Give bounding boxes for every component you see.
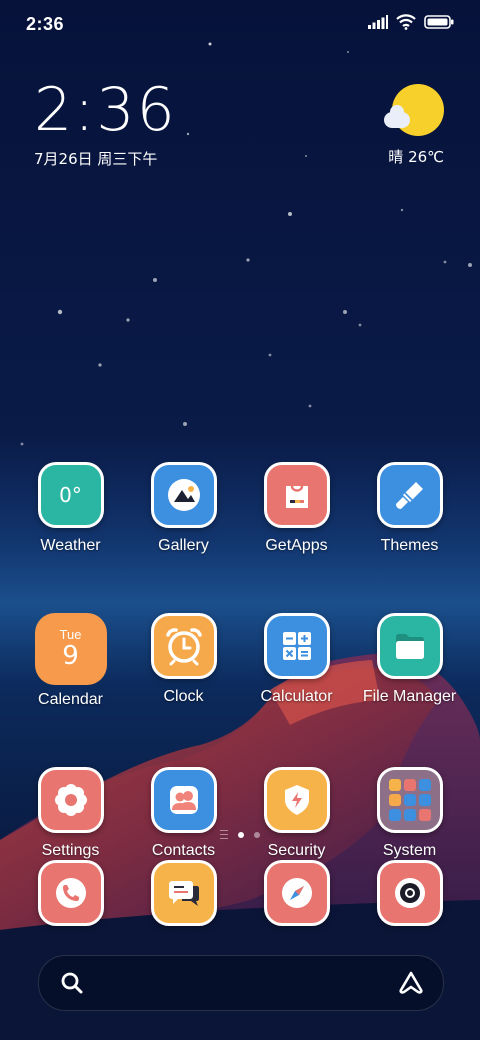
status-time: 2:36 [26, 14, 65, 34]
getapps-icon [263, 462, 330, 528]
app-clock[interactable]: Clock [127, 613, 240, 709]
settings-icon [37, 767, 104, 833]
clock-icon [150, 613, 217, 679]
app-system-folder[interactable]: System [353, 767, 466, 860]
app-grid: 0° Weather Gallery GetApps Themes Tue 9 … [14, 462, 466, 860]
dock-phone[interactable] [14, 860, 127, 926]
dock-camera[interactable] [353, 860, 466, 926]
clock-time: 2:36 [34, 75, 177, 145]
app-settings[interactable]: Settings [14, 767, 127, 860]
app-label: File Manager [362, 688, 457, 705]
app-security[interactable]: Security [240, 767, 353, 860]
calculator-icon [263, 613, 330, 679]
gallery-icon [150, 462, 217, 528]
dock-browser[interactable] [240, 860, 353, 926]
app-calculator[interactable]: Calculator [240, 613, 353, 709]
app-label: Weather [40, 537, 101, 554]
weather-icon: 0° [37, 462, 104, 528]
search-icon[interactable] [59, 970, 85, 1001]
contacts-icon [150, 767, 217, 833]
cloud-icon [384, 105, 410, 128]
security-icon [263, 767, 330, 833]
clock-date: 7月26日 周三下午 [34, 150, 158, 168]
app-label: Contacts [151, 842, 216, 859]
app-calendar[interactable]: Tue 9 Calendar [14, 613, 127, 709]
app-contacts[interactable]: Contacts [127, 767, 240, 860]
calendar-date: 9 [62, 640, 79, 671]
app-label: Clock [163, 688, 204, 705]
app-themes[interactable]: Themes [353, 462, 466, 555]
weather-icon-text: 0° [59, 483, 82, 507]
weather-text: 晴 26℃ [388, 148, 444, 166]
page-dot-active [238, 831, 244, 838]
phone-icon [37, 860, 104, 926]
search-bar[interactable] [38, 955, 444, 1011]
app-getapps[interactable]: GetApps [240, 462, 353, 555]
app-label: Themes [380, 537, 439, 554]
clock-widget[interactable]: 2:36 7月26日 周三下午 [34, 76, 177, 169]
app-label: Security [267, 842, 326, 859]
assistant-icon[interactable] [397, 970, 425, 1001]
camera-icon [376, 860, 443, 926]
app-label: Gallery [158, 537, 209, 554]
wifi-icon [396, 14, 416, 35]
signal-icon [368, 15, 388, 34]
dock-messaging[interactable] [127, 860, 240, 926]
app-label: GetApps [265, 537, 328, 554]
app-label: Settings [41, 842, 100, 859]
app-label: Calculator [260, 688, 333, 705]
calendar-day: Tue [59, 626, 82, 642]
app-label: System [382, 842, 437, 859]
folder-icon [376, 613, 443, 679]
app-label: Calendar [38, 691, 103, 708]
calendar-icon: Tue 9 [34, 613, 107, 685]
app-weather[interactable]: 0° Weather [14, 462, 127, 555]
status-icons [368, 14, 454, 35]
page-list-icon [220, 830, 228, 839]
page-dot [254, 831, 260, 838]
dock [14, 860, 466, 926]
messaging-icon [150, 860, 217, 926]
app-gallery[interactable]: Gallery [127, 462, 240, 555]
browser-icon [263, 860, 330, 926]
system-folder-icon [376, 767, 443, 833]
battery-icon [424, 15, 454, 34]
page-indicator[interactable] [0, 830, 480, 839]
themes-icon [376, 462, 443, 528]
app-file-manager[interactable]: File Manager [353, 613, 466, 709]
status-bar: 2:36 [0, 0, 480, 50]
